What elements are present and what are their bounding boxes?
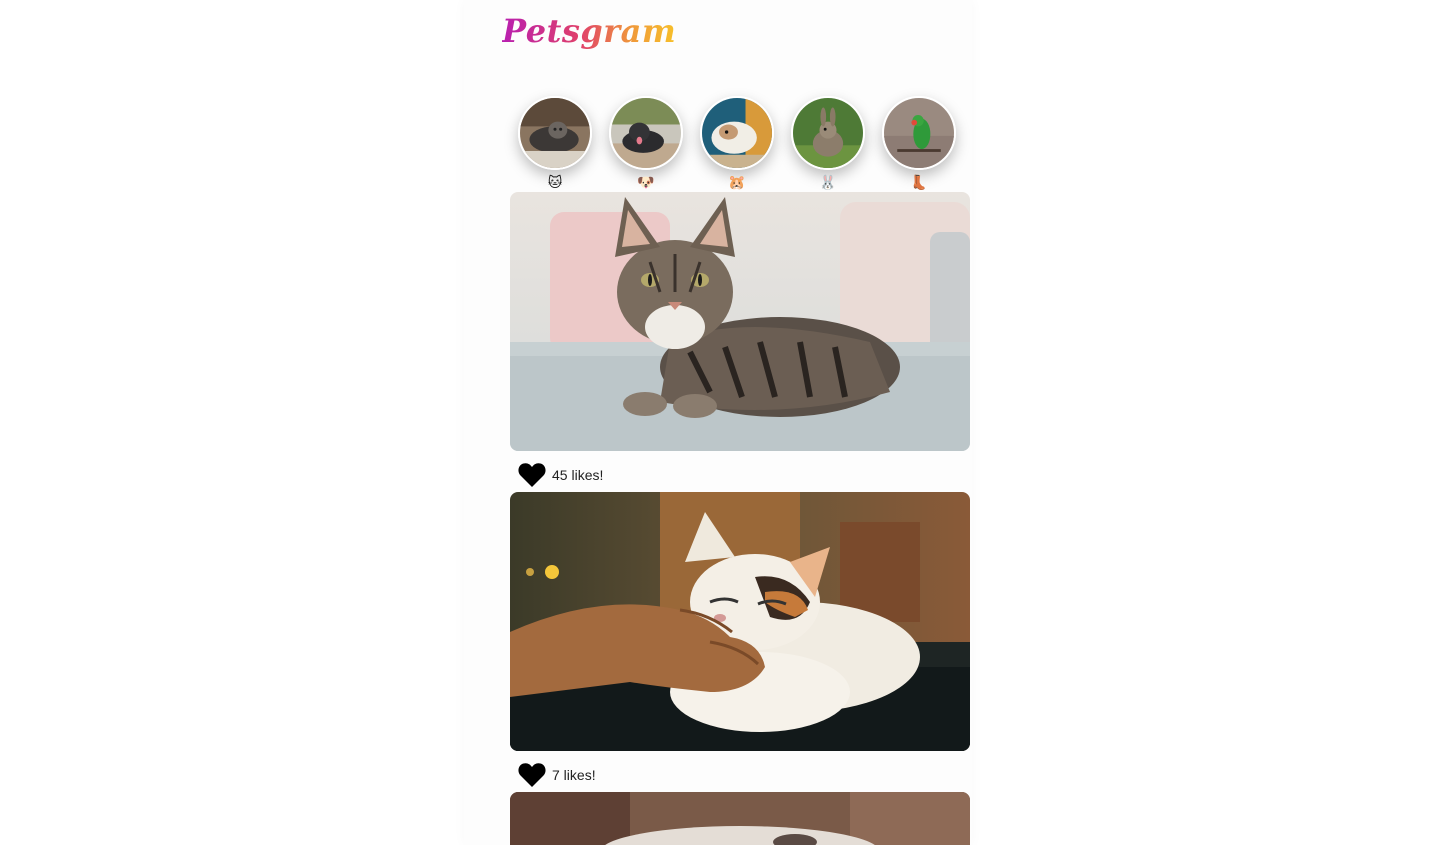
likes-count: 7 likes!: [552, 767, 596, 783]
story-cat[interactable]: 🐱: [518, 96, 592, 192]
story-avatar: [518, 96, 592, 170]
story-rabbit[interactable]: 🐰: [791, 96, 865, 192]
post-like-row: 7 likes!: [518, 761, 596, 789]
likes-count: 45 likes!: [552, 467, 604, 483]
post-photo-tabby-cat[interactable]: [510, 192, 970, 451]
app-frame: Petsgram 🐱 🐶 🐹 🐰 👢 45 likes! 7 likes!: [464, 0, 972, 845]
stories-bar: 🐱 🐶 🐹 🐰 👢: [518, 96, 956, 192]
post-like-row: 45 likes!: [518, 461, 603, 489]
rabbit-face-icon: 🐰: [819, 174, 837, 190]
dog-face-icon: 🐶: [637, 174, 655, 190]
story-avatar: [700, 96, 774, 170]
post-photo-calico-cat[interactable]: [510, 492, 970, 751]
story-parrot[interactable]: 👢: [882, 96, 956, 192]
story-avatar: [791, 96, 865, 170]
story-avatar: [882, 96, 956, 170]
app-logo[interactable]: Petsgram: [502, 12, 676, 50]
boot-icon: 👢: [910, 174, 928, 190]
heart-icon[interactable]: [518, 762, 546, 788]
post-photo-third[interactable]: [510, 792, 970, 845]
cat-face-icon: 🐱: [547, 174, 563, 190]
story-dog[interactable]: 🐶: [609, 96, 683, 192]
hamster-face-icon: 🐹: [728, 174, 746, 190]
heart-icon[interactable]: [518, 462, 546, 488]
story-hamster[interactable]: 🐹: [700, 96, 774, 192]
story-avatar: [609, 96, 683, 170]
